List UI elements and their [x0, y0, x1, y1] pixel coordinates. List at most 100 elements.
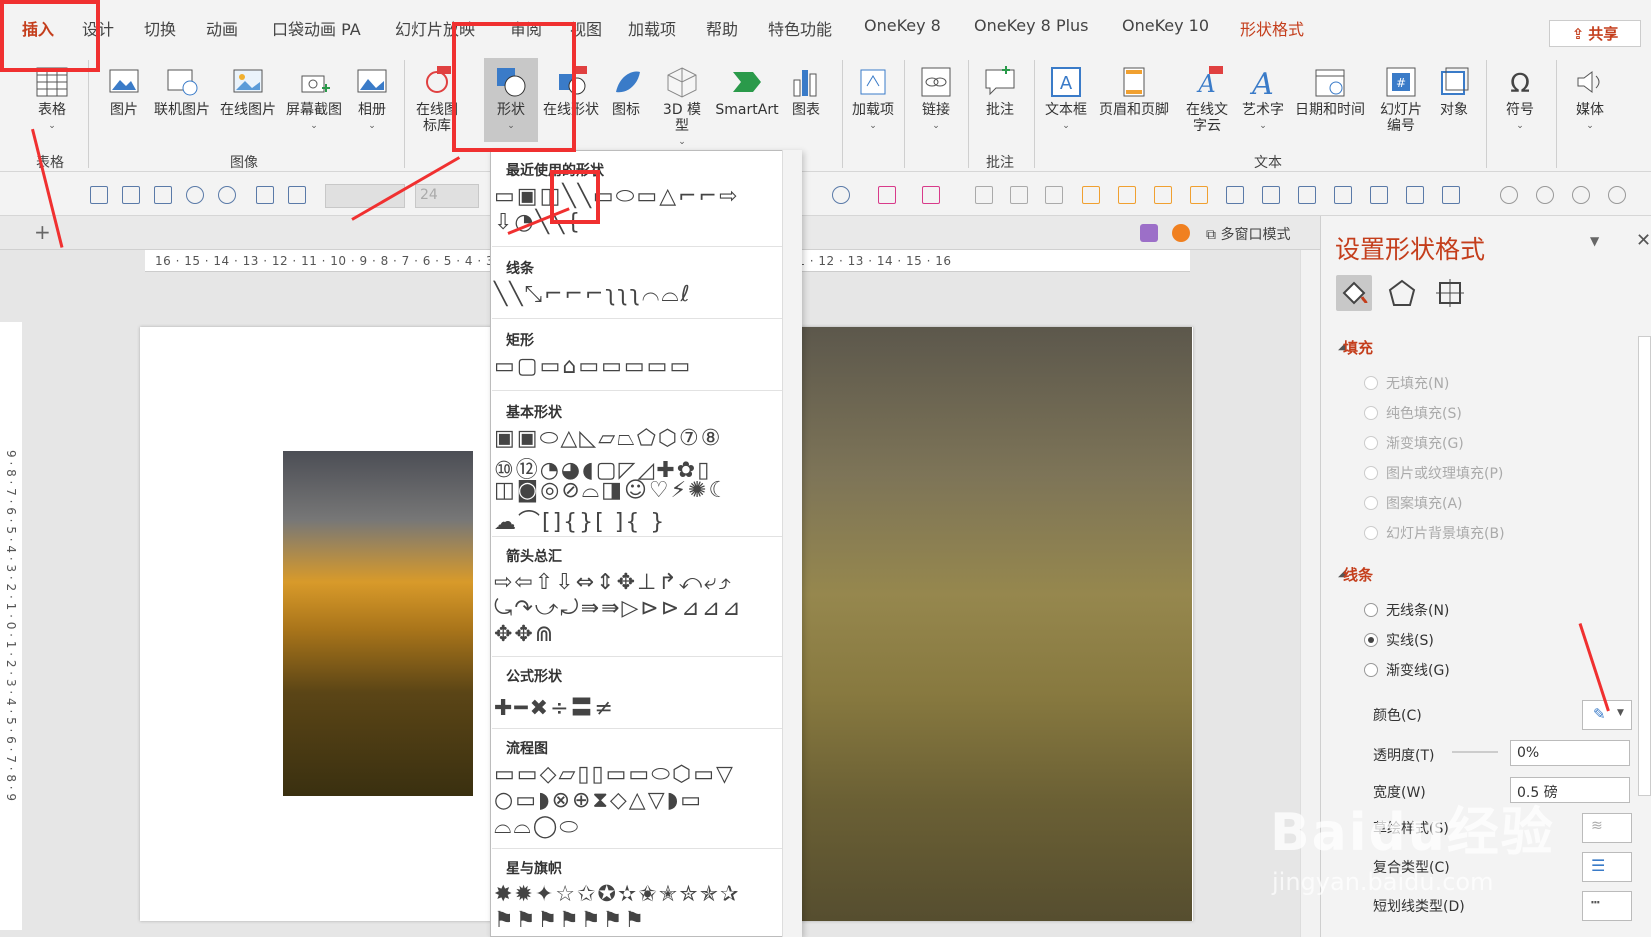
- sketch-style-picker[interactable]: ≋: [1582, 813, 1632, 843]
- gallery-row-lines[interactable]: ╲╲⤡⌐⌐⌐ʅʅʅ⌒⌓ℓ: [494, 282, 692, 307]
- radio-solid-line[interactable]: [1364, 633, 1378, 647]
- tab-pocket-animation[interactable]: 口袋动画 PA: [272, 16, 361, 40]
- tab-onekey-8[interactable]: OneKey 8: [864, 16, 941, 35]
- wordart-button[interactable]: A 艺术字 ⌄: [1240, 64, 1286, 134]
- gallery-row-flowchart-1[interactable]: ▭▭◇▱▯▯▭▭⬭⬡▭▽: [494, 762, 735, 787]
- fill-line-tab-icon[interactable]: [1336, 275, 1372, 311]
- arrange-icon[interactable]: [1190, 186, 1208, 204]
- merge-shapes-icon[interactable]: [1572, 186, 1590, 204]
- tab-transitions[interactable]: 切换: [144, 16, 176, 40]
- addins-button[interactable]: 加载项 ⌄: [850, 64, 896, 134]
- chart-button[interactable]: 图表: [786, 64, 826, 118]
- option-gradient-line[interactable]: 渐变线(G): [1386, 660, 1450, 680]
- gallery-row-flowchart-3[interactable]: ⌓⌓◯⬭: [494, 814, 580, 839]
- gallery-row-arrows-2[interactable]: ⤿↷⤻⤾⇛⇛▷⊳⊳⊿⊿⊿: [494, 596, 743, 621]
- pen-color-icon[interactable]: [922, 186, 940, 204]
- gallery-row-equation[interactable]: ✚━✖÷〓≠: [494, 690, 615, 722]
- tab-help[interactable]: 帮助: [706, 16, 738, 40]
- gallery-row-arrows-1[interactable]: ⇨⇦⇧⇩⇔⇕✥⊥↱⤺⤶⤴: [494, 570, 733, 595]
- add-tab-button[interactable]: +: [34, 220, 51, 244]
- tab-onekey-10[interactable]: OneKey 10: [1122, 16, 1209, 35]
- star-icon[interactable]: [218, 186, 236, 204]
- table-button[interactable]: 表格 ⌄: [30, 64, 74, 134]
- distribute-icon[interactable]: [1334, 186, 1352, 204]
- pane-options-chevron-icon[interactable]: ▼: [1590, 234, 1599, 248]
- quick-tool-icon[interactable]: [122, 186, 140, 204]
- gallery-row-stars-2[interactable]: ⚑⚑⚑⚑⚑⚑⚑: [494, 908, 646, 933]
- tab-onekey-8-plus[interactable]: OneKey 8 Plus: [974, 16, 1089, 35]
- media-button[interactable]: 媒体 ⌄: [1568, 64, 1612, 134]
- compound-type-picker[interactable]: ☰: [1582, 852, 1632, 882]
- quick-tool-icon[interactable]: [90, 186, 108, 204]
- tab-addins[interactable]: 加载项: [628, 16, 676, 40]
- radio-no-line[interactable]: [1364, 603, 1378, 617]
- shape-fill-icon[interactable]: [832, 186, 850, 204]
- star-icon[interactable]: [186, 186, 204, 204]
- web-picture-button[interactable]: 在线图片: [216, 64, 280, 118]
- pane-close-icon[interactable]: ✕: [1636, 230, 1651, 251]
- radio-gradient-line[interactable]: [1364, 663, 1378, 677]
- arrange-icon[interactable]: [1082, 186, 1100, 204]
- gallery-row-recent-1[interactable]: ▭▣◫╲╲▭⬭▭△⌐⌐⇨: [494, 184, 739, 209]
- landscape-photo-small[interactable]: [283, 451, 473, 796]
- distribute-icon[interactable]: [1442, 186, 1460, 204]
- arrange-icon[interactable]: [1118, 186, 1136, 204]
- slide-number-button[interactable]: # 幻灯片编号: [1376, 64, 1426, 134]
- text-a-icon[interactable]: [256, 186, 274, 204]
- gallery-row-basic-4[interactable]: ☁⌒[]{}[ ]{ }: [494, 504, 666, 536]
- symbol-button[interactable]: Ω 符号 ⌄: [1498, 64, 1542, 134]
- align-icon[interactable]: [975, 186, 993, 204]
- settings-gear-icon[interactable]: [1172, 224, 1190, 242]
- landscape-photo-large[interactable]: [798, 327, 1192, 921]
- option-no-line[interactable]: 无线条(N): [1386, 600, 1449, 620]
- icons-button[interactable]: 图标: [610, 64, 642, 118]
- object-button[interactable]: 对象: [1432, 64, 1476, 118]
- textbox-button[interactable]: A 文本框 ⌄: [1044, 64, 1088, 134]
- option-solid-line[interactable]: 实线(S): [1386, 630, 1434, 650]
- size-properties-tab-icon[interactable]: [1432, 275, 1468, 311]
- line-section-title[interactable]: 线条: [1343, 564, 1373, 585]
- smartart-button[interactable]: SmartArt: [712, 64, 782, 118]
- multiwindow-mode-button[interactable]: ⧉ 多窗口模式: [1206, 224, 1290, 244]
- align-icon[interactable]: [1010, 186, 1028, 204]
- effects-tab-icon[interactable]: [1384, 275, 1420, 311]
- quick-tool-icon[interactable]: [154, 186, 172, 204]
- 3d-models-button[interactable]: 3D 模型 ⌄: [658, 64, 706, 150]
- align-icon[interactable]: [1045, 186, 1063, 204]
- gallery-row-flowchart-2[interactable]: ○▭◗⊗⊕⧗◇△▽◗▭: [494, 788, 703, 813]
- pane-scrollbar[interactable]: [1638, 336, 1651, 796]
- merge-shapes-icon[interactable]: [1500, 186, 1518, 204]
- tab-special-features[interactable]: 特色功能: [768, 16, 832, 40]
- merge-shapes-icon[interactable]: [1608, 186, 1626, 204]
- gallery-scrollbar[interactable]: [782, 150, 802, 937]
- word-cloud-button[interactable]: A 在线文字云: [1184, 64, 1230, 134]
- gallery-row-arrows-3[interactable]: ✥✥⋒: [494, 622, 555, 647]
- screenshot-button[interactable]: 屏幕截图 ⌄: [282, 64, 346, 134]
- addin-icon[interactable]: [1140, 224, 1158, 242]
- gallery-row-basic-3[interactable]: ◫◙◎⊘⌓◨☺♡⚡✺☾: [494, 478, 730, 503]
- arrange-icon[interactable]: [1154, 186, 1172, 204]
- distribute-icon[interactable]: [1370, 186, 1388, 204]
- link-button[interactable]: 链接 ⌄: [914, 64, 958, 134]
- distribute-icon[interactable]: [1406, 186, 1424, 204]
- gallery-row-rectangles[interactable]: ▭▢▭⌂▭▭▭▭▭: [494, 354, 692, 379]
- gallery-row-basic-1[interactable]: ▣▣⬭△◺▱⏢⬠⬡⑦⑧: [494, 426, 723, 451]
- merge-shapes-icon[interactable]: [1536, 186, 1554, 204]
- date-time-button[interactable]: 日期和时间: [1292, 64, 1368, 118]
- fill-section-title[interactable]: 填充: [1343, 337, 1373, 358]
- distribute-icon[interactable]: [1226, 186, 1244, 204]
- text-fit-icon[interactable]: [288, 186, 306, 204]
- dash-type-picker[interactable]: ┅: [1582, 891, 1632, 921]
- distribute-icon[interactable]: [1262, 186, 1280, 204]
- header-footer-button[interactable]: 页眉和页脚: [1096, 64, 1172, 118]
- comment-button[interactable]: 批注: [978, 64, 1022, 118]
- tab-shape-format[interactable]: 形状格式: [1240, 16, 1304, 40]
- online-picture-button[interactable]: 联机图片: [150, 64, 214, 118]
- transparency-input[interactable]: 0%: [1510, 740, 1630, 766]
- tab-animations[interactable]: 动画: [206, 16, 238, 40]
- distribute-icon[interactable]: [1298, 186, 1316, 204]
- picture-button[interactable]: 图片: [104, 64, 144, 118]
- font-size-input[interactable]: 24: [415, 184, 479, 208]
- highlight-icon[interactable]: [878, 186, 896, 204]
- gallery-row-stars-1[interactable]: ✸✹✦☆✩✪✫✬✭✮✯✰: [494, 882, 741, 907]
